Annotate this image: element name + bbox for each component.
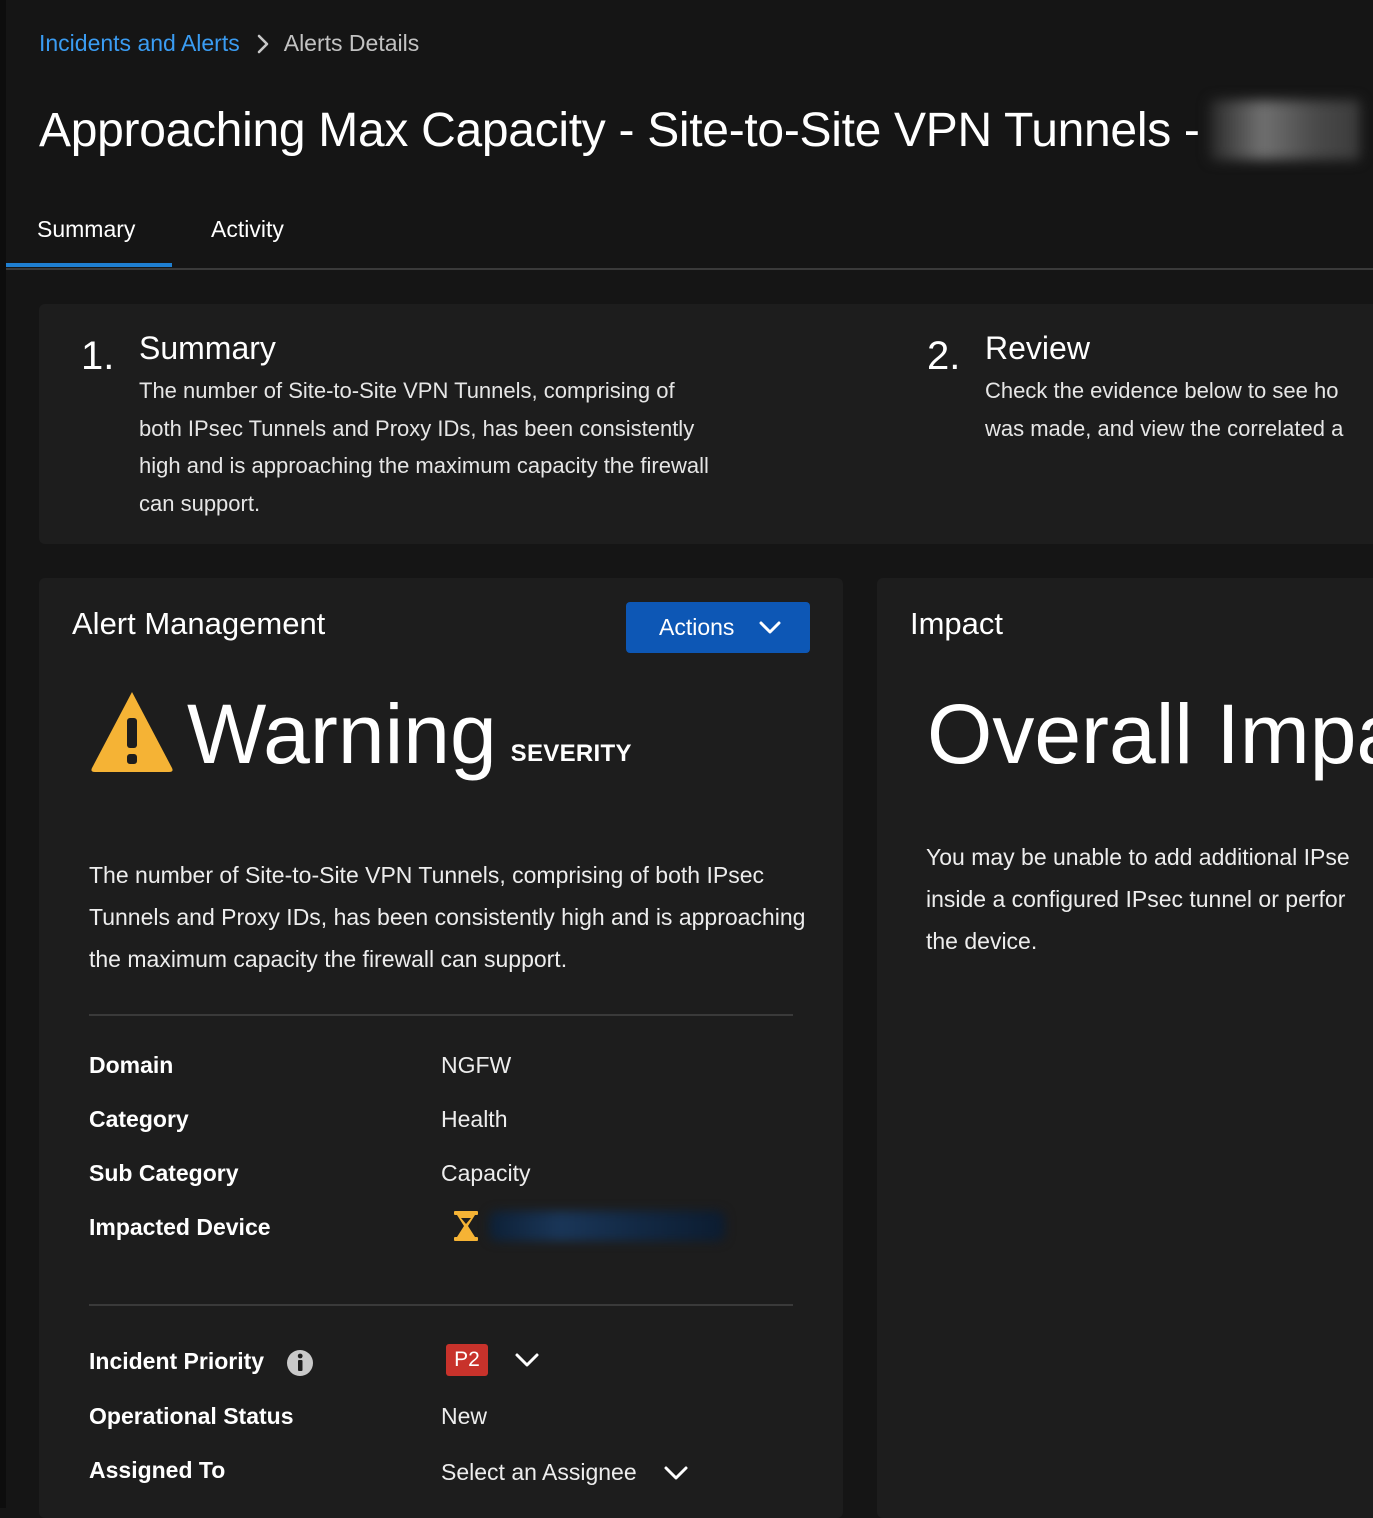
alert-details-page: Incidents and Alerts Alerts Details Appr… [6,0,1373,1518]
breadcrumb-incidents-and-alerts-link[interactable]: Incidents and Alerts [39,30,240,57]
divider [89,1304,793,1306]
severity-row: Warning SEVERITY [89,688,632,780]
assignee-dropdown[interactable]: Select an Assignee [441,1459,689,1486]
tab-activity[interactable]: Activity [211,216,284,243]
step-title: Summary [139,330,276,366]
field-label: Sub Category [89,1160,239,1186]
operational-status-value: New [441,1403,488,1429]
info-icon[interactable] [286,1349,314,1377]
alert-description-line: Tunnels and Proxy IDs, has been consiste… [89,904,806,930]
field-label: Domain [89,1052,174,1078]
impact-description: You may be unable to add additional IPse… [926,836,1350,962]
field-value: NGFW [441,1052,512,1078]
assignee-select-label: Select an Assignee [441,1459,637,1485]
incident-priority-label: Incident Priority [89,1348,265,1374]
chevron-down-icon [758,620,782,636]
step-text-line: both IPsec Tunnels and Proxy IDs, has be… [139,415,695,441]
impact-title: Impact [910,606,1004,641]
steps-card: 1. Summary The number of Site-to-Site VP… [39,304,1373,544]
page-title-row: Approaching Max Capacity - Site-to-Site … [39,100,1360,160]
active-tab-indicator [6,263,172,267]
alert-management-title: Alert Management [72,606,326,641]
field-label: Assigned To [89,1457,226,1483]
field-label: Category [89,1106,189,1132]
overall-impact-heading: Overall Impa [927,687,1373,781]
hourglass-icon [453,1210,479,1242]
redacted-device-link [489,1211,725,1241]
page-title: Approaching Max Capacity - Site-to-Site … [39,103,1200,157]
step-text: The number of Site-to-Site VPN Tunnels, … [139,372,709,522]
step-text-line: can support. [139,490,261,516]
severity-label: SEVERITY [510,740,632,767]
priority-dropdown[interactable]: P2 [441,1344,540,1376]
chevron-right-icon [256,33,270,55]
step-text: Check the evidence below to see ho was m… [985,372,1343,447]
breadcrumb-current: Alerts Details [283,30,420,56]
warning-triangle-icon [89,688,175,774]
field-label: Incident Priority [89,1348,419,1377]
priority-badge: P2 [446,1344,488,1376]
tab-bar: Summary Activity [6,200,1373,270]
step-text-line: was made, and view the correlated a [985,415,1344,441]
severity-level: Warning [187,687,497,781]
alert-description-line: the maximum capacity the firewall can su… [89,946,568,972]
field-label: Impacted Device [89,1214,271,1240]
impact-description-line: inside a configured IPsec tunnel or perf… [926,886,1346,912]
step-number: 1. [81,334,115,378]
chevron-down-icon [514,1352,540,1368]
redacted-device-name [1209,100,1360,160]
field-label: Operational Status [89,1403,294,1429]
step-text-line: Check the evidence below to see ho [985,378,1339,403]
step-text-line: high and is approaching the maximum capa… [139,453,709,478]
impact-description-line: the device. [926,928,1038,954]
step-text-line: The number of Site-to-Site VPN Tunnels, … [139,378,675,403]
field-value: Capacity [441,1160,531,1186]
divider [89,1014,793,1016]
alert-description-line: The number of Site-to-Site VPN Tunnels, … [89,862,764,888]
breadcrumb: Incidents and Alerts Alerts Details [39,30,419,57]
step-title: Review [985,330,1090,366]
tab-summary[interactable]: Summary [37,216,135,243]
impact-card: Impact Overall Impa You may be unable to… [877,578,1373,1518]
impact-description-line: You may be unable to add additional IPse [926,844,1350,870]
step-number: 2. [927,334,961,378]
alert-description: The number of Site-to-Site VPN Tunnels, … [89,854,849,980]
impacted-device-value[interactable] [441,1210,725,1242]
chevron-down-icon [663,1465,689,1481]
alert-management-card: Alert Management Actions Warning SEVERIT… [39,578,843,1518]
field-value: Health [441,1106,508,1132]
actions-button-label: Actions [659,614,735,640]
actions-button[interactable]: Actions [626,602,810,653]
